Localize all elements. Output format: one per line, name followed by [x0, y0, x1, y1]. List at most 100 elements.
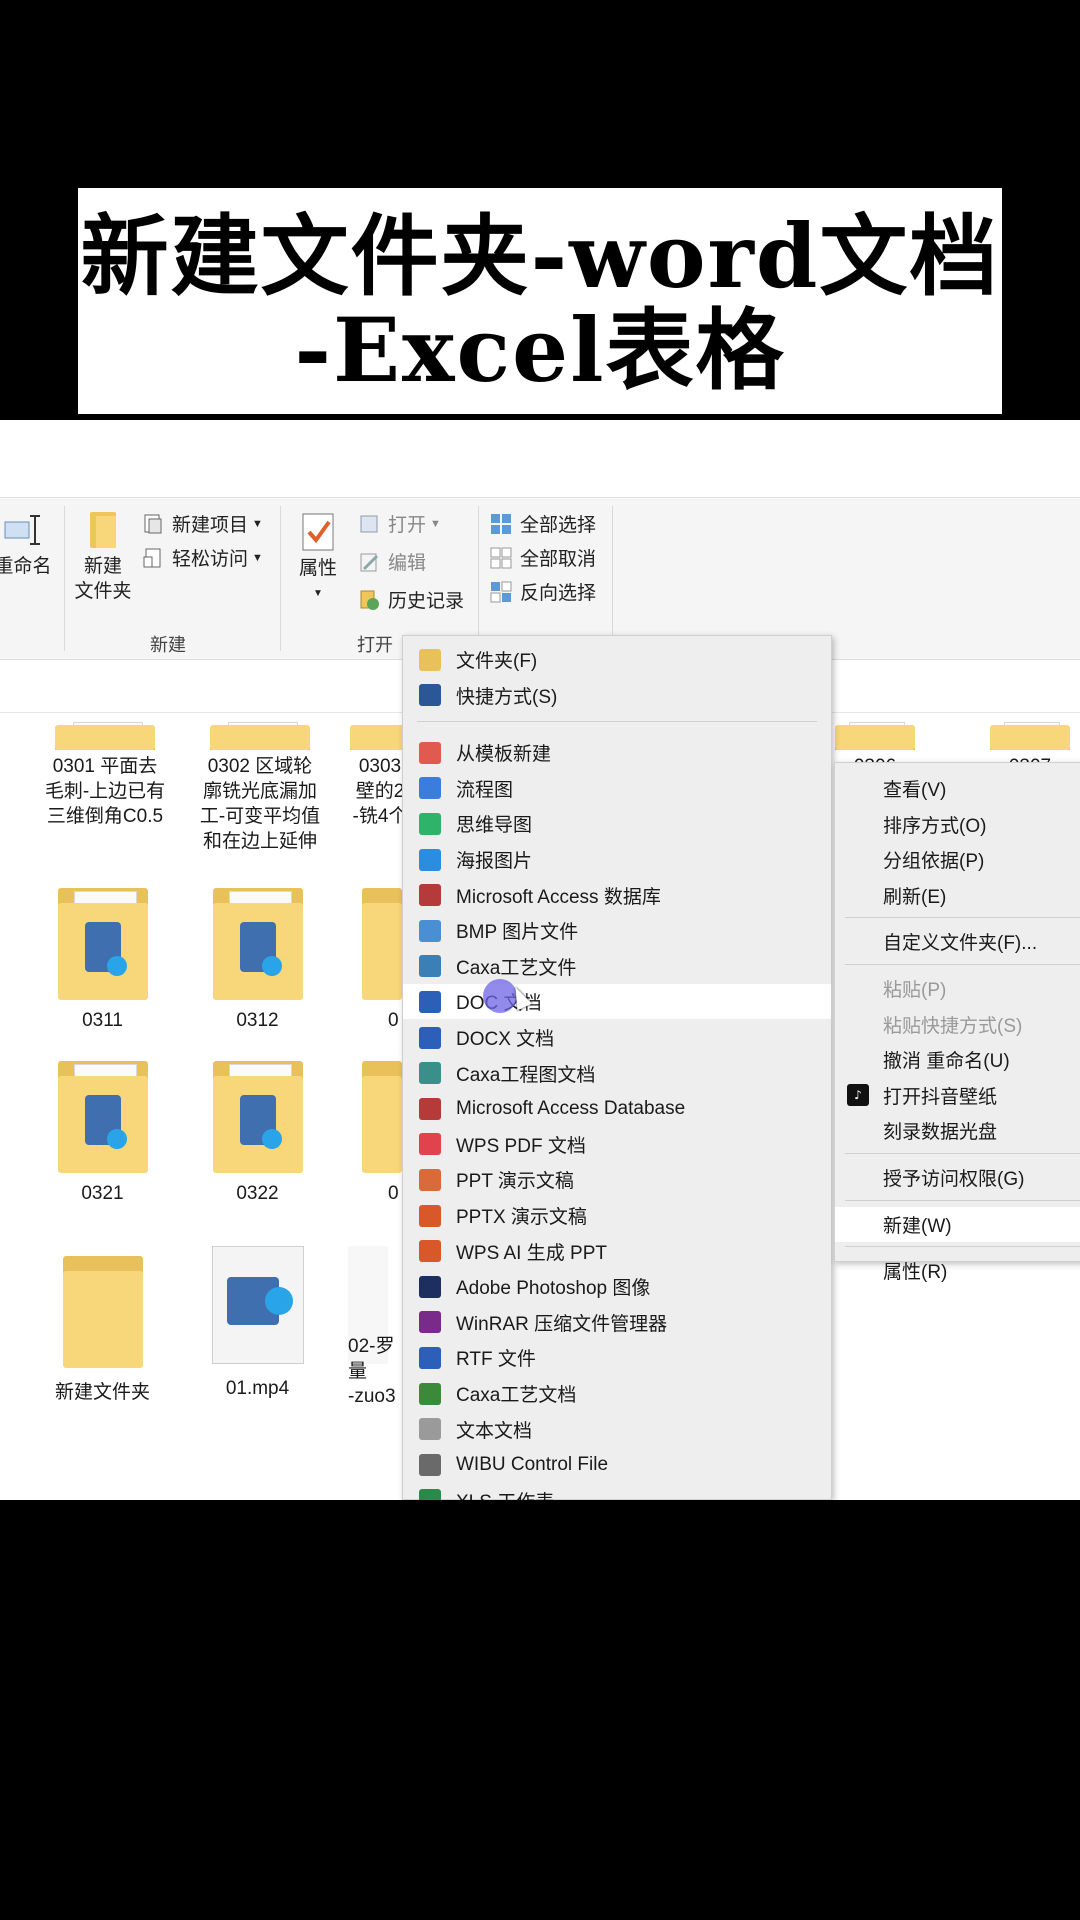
file-item[interactable]: 02-罗 量 -zuo3 — [348, 1246, 408, 1409]
file-item[interactable]: 01.mp4 — [195, 1246, 320, 1401]
context-menu-item[interactable]: 刻录数据光盘 — [835, 1113, 1080, 1148]
folder-item[interactable]: 0311 — [40, 882, 165, 1033]
file-name: 0322 — [236, 1183, 279, 1204]
new-menu-item[interactable]: 文本文档 — [403, 1412, 831, 1447]
context-menu-item[interactable]: 授予访问权限(G) — [835, 1160, 1080, 1195]
menu-item-label: 查看(V) — [883, 780, 947, 801]
new-menu-item[interactable]: 从模板新建 — [403, 735, 831, 770]
select-none-button[interactable]: 全部取消 — [490, 544, 596, 571]
context-menu-item[interactable]: 新建(W) — [835, 1206, 1080, 1242]
invert-selection-button[interactable]: 反向选择 — [490, 578, 596, 605]
new-menu-item[interactable]: XLS 工作表 — [403, 1483, 831, 1500]
shortcut-icon — [419, 684, 441, 707]
new-menu-item[interactable]: 快捷方式(S) — [403, 678, 831, 713]
menu-separator — [845, 1199, 1080, 1201]
xls-icon — [419, 1489, 441, 1500]
menu-item-label: 分组依据(P) — [883, 851, 985, 873]
new-folder-button[interactable]: 新建 文件夹 — [70, 510, 136, 604]
wibu-icon — [419, 1453, 441, 1476]
new-menu-item[interactable]: Microsoft Access Database — [403, 1091, 831, 1126]
folder-item[interactable]: 0321 — [40, 1055, 165, 1206]
history-label: 历史记录 — [388, 591, 465, 612]
caxa-drawing-icon — [419, 1062, 441, 1085]
context-menu-item[interactable]: 排序方式(O) — [835, 807, 1080, 842]
rtf-icon — [419, 1346, 441, 1369]
new-menu-item[interactable]: WPS PDF 文档 — [403, 1127, 831, 1162]
rename-button[interactable]: 重命名 — [0, 512, 52, 579]
menu-item-label: Caxa工艺文件 — [456, 957, 577, 979]
new-menu-item[interactable]: WinRAR 压缩文件管理器 — [403, 1305, 831, 1340]
select-all-button[interactable]: 全部选择 — [490, 510, 596, 537]
properties-button[interactable]: 属性 ▼ — [290, 512, 346, 606]
new-item-button[interactable]: 新建项目 ▼ — [142, 510, 263, 537]
folder-item[interactable]: 新建文件夹 — [40, 1250, 165, 1405]
new-folder-label-1: 新建 — [83, 556, 122, 577]
history-button[interactable]: 历史记录 — [358, 586, 464, 613]
wps-ai-ppt-icon — [419, 1240, 441, 1263]
folder-item[interactable]: 0 — [362, 1055, 402, 1206]
new-menu-item[interactable]: RTF 文件 — [403, 1340, 831, 1375]
select-all-label: 全部选择 — [520, 515, 597, 536]
access-icon — [419, 884, 441, 907]
folder-item[interactable]: 0301 平面去 毛刺-上边已有 三维倒角C0.5 — [30, 720, 180, 829]
menu-item-label: 海报图片 — [456, 851, 533, 872]
new-menu-item[interactable]: Caxa工艺文件 — [403, 949, 831, 984]
menu-item-label: 排序方式(O) — [883, 815, 987, 837]
context-menu-item[interactable]: 属性(R) — [835, 1253, 1080, 1288]
edit-icon — [358, 551, 380, 573]
new-menu-item[interactable]: 文件夹(F) — [403, 642, 831, 677]
new-menu-item[interactable]: Caxa工程图文档 — [403, 1056, 831, 1091]
dropdown-arrow-icon: ▼ — [430, 517, 441, 530]
new-menu-item[interactable]: DOCX 文档 — [403, 1020, 831, 1055]
new-menu-item[interactable]: WPS AI 生成 PPT — [403, 1234, 831, 1269]
context-menu-item[interactable]: 自定义文件夹(F)... — [835, 924, 1080, 959]
select-none-label: 全部取消 — [520, 549, 597, 570]
new-menu-item[interactable]: PPT 演示文稿 — [403, 1162, 831, 1197]
new-menu-item[interactable]: Caxa工艺文档 — [403, 1376, 831, 1411]
edit-button[interactable]: 编辑 — [358, 548, 426, 575]
new-menu-item[interactable]: WIBU Control File — [403, 1447, 831, 1482]
caxa-doc-icon — [419, 1382, 441, 1405]
new-menu-item[interactable]: Adobe Photoshop 图像 — [403, 1269, 831, 1304]
ribbon-separator — [64, 506, 65, 651]
winrar-icon — [419, 1311, 441, 1334]
menu-item-label: Adobe Photoshop 图像 — [456, 1278, 651, 1300]
file-name: 0 — [388, 1183, 399, 1204]
open-button[interactable]: 打开 ▼ — [358, 510, 441, 537]
folder-icon — [55, 720, 155, 750]
context-menu-item[interactable]: ♪ 打开抖音壁纸 — [835, 1078, 1080, 1113]
menu-item-label: RTF 文件 — [456, 1349, 536, 1371]
folder-item[interactable]: 0322 — [195, 1055, 320, 1206]
context-menu-item[interactable]: 撤消 重命名(U) — [835, 1042, 1080, 1077]
context-menu-item[interactable]: 查看(V) — [835, 771, 1080, 806]
context-menu-item[interactable]: 刷新(E) — [835, 878, 1080, 913]
doc-icon — [419, 990, 441, 1013]
file-name: 0 — [388, 1010, 399, 1031]
dropdown-arrow-icon: ▼ — [252, 551, 263, 564]
context-menu-item[interactable]: 粘贴(P) — [835, 971, 1080, 1006]
properties-label: 属性 — [298, 558, 337, 579]
menu-item-label: 打开抖音壁纸 — [883, 1086, 998, 1108]
new-menu-item[interactable]: Microsoft Access 数据库 — [403, 878, 831, 913]
new-menu-item[interactable]: BMP 图片文件 — [403, 913, 831, 948]
template-icon — [419, 741, 441, 764]
menu-item-label: 粘贴(P) — [883, 980, 947, 1001]
new-menu-item[interactable]: PPTX 演示文稿 — [403, 1198, 831, 1233]
folder-item[interactable]: 0312 — [195, 882, 320, 1033]
new-menu-item[interactable]: 海报图片 — [403, 842, 831, 877]
context-menu-item[interactable]: 粘贴快捷方式(S) — [835, 1007, 1080, 1042]
folder-item[interactable]: 0 — [362, 882, 402, 1033]
menu-item-label: 思维导图 — [456, 815, 533, 837]
new-menu-item[interactable]: 思维导图 — [403, 806, 831, 841]
menu-item-label: PPTX 演示文稿 — [456, 1207, 587, 1228]
new-menu-item[interactable]: 流程图 — [403, 771, 831, 806]
folder-item[interactable]: 0302 区域轮 廓铣光底漏加 工-可变平均值 和在边上延伸 — [185, 720, 335, 854]
mindmap-icon — [419, 812, 441, 835]
text-doc-icon — [419, 1418, 441, 1441]
menu-item-label: Caxa工艺文档 — [456, 1385, 577, 1406]
new-menu-item[interactable]: DOC 文档 — [403, 984, 831, 1020]
context-menu-item[interactable]: 分组依据(P) — [835, 842, 1080, 877]
menu-item-label: 自定义文件夹(F)... — [883, 933, 1038, 955]
file-name: 02-罗 量 -zuo3 — [348, 1336, 396, 1407]
easy-access-button[interactable]: 轻松访问 ▼ — [142, 544, 263, 571]
